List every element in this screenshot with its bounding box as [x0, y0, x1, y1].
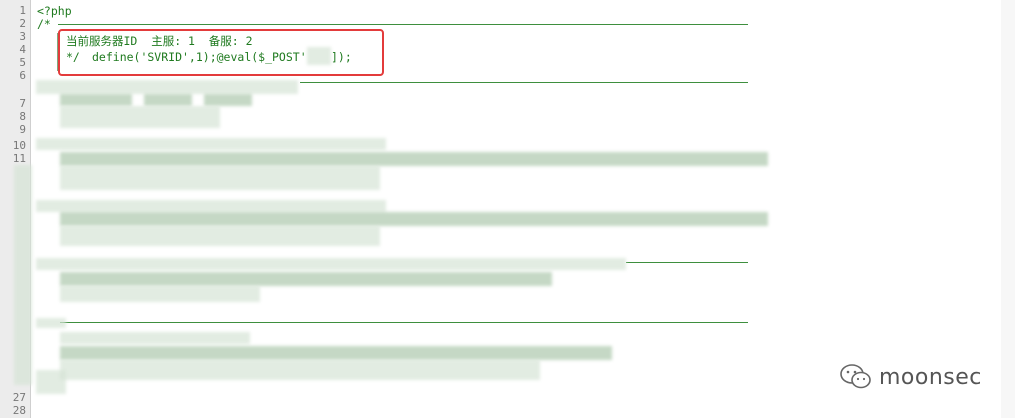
comment-separator	[60, 322, 748, 323]
blurred-region	[60, 272, 552, 286]
blurred-region	[36, 200, 386, 212]
line-number: 10	[12, 139, 26, 152]
blurred-region	[36, 318, 66, 328]
watermark-text: moonsec	[879, 364, 982, 390]
blurred-region	[60, 106, 220, 128]
blurred-region	[60, 152, 768, 166]
comment-separator	[300, 82, 748, 83]
line-number: 9	[19, 123, 26, 136]
line-number: 5	[19, 56, 26, 69]
code-line-2: /*	[37, 17, 51, 31]
line-number: 11	[12, 152, 26, 165]
blurred-region	[60, 212, 768, 226]
line-number: 7	[19, 97, 26, 110]
code-editor[interactable]: 1 2 3 4 5 6 7 8 9 10 11 27 28 <?php /* 当…	[0, 0, 1015, 418]
line-number: 27	[12, 391, 26, 404]
blurred-region	[144, 94, 192, 106]
blurred-region	[36, 370, 66, 394]
blurred-region	[60, 346, 612, 360]
comment-separator	[626, 262, 748, 263]
line-number: 3	[19, 30, 26, 43]
vertical-scrollbar[interactable]	[1001, 0, 1015, 418]
blurred-region	[14, 165, 32, 385]
blurred-region	[60, 226, 380, 246]
blurred-region	[60, 332, 250, 344]
code-line-1: <?php	[37, 4, 72, 18]
wechat-icon	[840, 364, 871, 389]
blurred-region	[36, 138, 386, 150]
line-number: 28	[12, 404, 26, 417]
blurred-region	[36, 80, 298, 94]
line-number: 8	[19, 110, 26, 123]
line-number: 4	[19, 43, 26, 56]
line-number: 1	[19, 4, 26, 17]
blurred-region	[204, 94, 252, 106]
line-number: 6	[19, 69, 26, 82]
blurred-region	[36, 258, 626, 270]
highlight-box	[58, 29, 384, 76]
blurred-region	[60, 286, 260, 302]
blurred-region	[60, 94, 132, 106]
watermark: moonsec	[839, 362, 982, 392]
blurred-region	[60, 166, 380, 190]
comment-separator	[58, 24, 748, 25]
line-number: 2	[19, 17, 26, 30]
blurred-region	[60, 360, 540, 380]
